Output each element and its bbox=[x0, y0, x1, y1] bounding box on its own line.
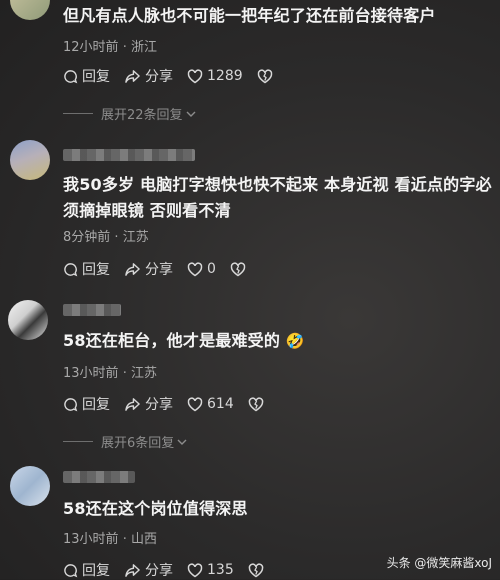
comment-text-line: 须摘掉眼镜 否则看不清 bbox=[63, 201, 231, 220]
chevron-down-icon bbox=[177, 439, 187, 445]
share-button[interactable]: 分享 bbox=[124, 66, 173, 86]
comment-text: 我50多岁 电脑打字想快也快不起来 本身近视 看近点的字必 须摘掉眼镜 否则看不… bbox=[63, 172, 492, 224]
comment-location: 江苏 bbox=[122, 230, 149, 245]
avatar[interactable] bbox=[8, 300, 48, 340]
like-button[interactable]: 0 bbox=[187, 261, 216, 277]
reply-icon bbox=[64, 397, 78, 411]
comment-meta: 13小时前 · 江苏 bbox=[63, 362, 157, 381]
meta-separator: · bbox=[114, 230, 119, 245]
broken-heart-icon bbox=[248, 562, 263, 577]
username bbox=[63, 149, 195, 161]
reply-button[interactable]: 回复 bbox=[63, 394, 110, 414]
heart-icon bbox=[187, 562, 203, 577]
reply-icon bbox=[64, 69, 78, 83]
share-label: 分享 bbox=[145, 69, 173, 85]
expand-replies-button[interactable]: 展开22条回复 bbox=[63, 104, 197, 123]
like-button[interactable]: 614 bbox=[187, 396, 234, 412]
reply-label: 回复 bbox=[82, 397, 110, 413]
reply-button[interactable]: 回复 bbox=[63, 259, 110, 279]
watermark-text: 头条 @微笑麻酱xoJ bbox=[386, 556, 492, 570]
reply-button[interactable]: 回复 bbox=[63, 66, 110, 86]
like-count: 0 bbox=[207, 261, 216, 277]
dislike-button[interactable] bbox=[248, 396, 268, 412]
share-label: 分享 bbox=[145, 397, 173, 413]
like-count: 1289 bbox=[207, 68, 243, 84]
dislike-button[interactable] bbox=[248, 562, 268, 578]
share-button[interactable]: 分享 bbox=[124, 259, 173, 279]
comment-location: 浙江 bbox=[130, 40, 157, 55]
divider bbox=[63, 113, 93, 114]
comment-text-line: 我50多岁 电脑打字想快也快不起来 本身近视 看近点的字必 bbox=[63, 175, 492, 194]
comment-meta: 8分钟前 · 江苏 bbox=[63, 226, 149, 245]
broken-heart-icon bbox=[248, 396, 263, 411]
comment-time: 13小时前 bbox=[63, 366, 119, 381]
avatar[interactable] bbox=[10, 466, 50, 506]
comment-actions: 回复 分享 614 bbox=[63, 394, 282, 414]
avatar[interactable] bbox=[10, 0, 50, 20]
reply-icon bbox=[64, 262, 78, 276]
like-count: 614 bbox=[207, 396, 234, 412]
comment-meta: 12小时前 · 浙江 bbox=[63, 36, 157, 55]
reply-label: 回复 bbox=[82, 69, 110, 85]
share-icon bbox=[125, 397, 140, 411]
dislike-button[interactable] bbox=[230, 261, 250, 277]
expand-replies-label: 展开22条回复 bbox=[101, 108, 183, 123]
reply-button[interactable]: 回复 bbox=[63, 560, 110, 580]
heart-icon bbox=[187, 261, 203, 276]
expand-replies-label: 展开6条回复 bbox=[101, 436, 175, 451]
share-label: 分享 bbox=[145, 262, 173, 278]
share-button[interactable]: 分享 bbox=[124, 560, 173, 580]
avatar[interactable] bbox=[10, 140, 50, 180]
reply-icon bbox=[64, 563, 78, 577]
heart-icon bbox=[187, 68, 203, 83]
like-button[interactable]: 1289 bbox=[187, 68, 243, 84]
like-count: 135 bbox=[207, 562, 234, 578]
reply-label: 回复 bbox=[82, 563, 110, 579]
comment-time: 8分钟前 bbox=[63, 230, 111, 245]
share-icon bbox=[125, 262, 140, 276]
username bbox=[63, 304, 121, 316]
watermark: 头条 @微笑麻酱xoJ bbox=[387, 554, 492, 571]
comment-text-content: 58还在柜台，他才是最难受的 bbox=[63, 331, 281, 350]
broken-heart-icon bbox=[230, 261, 246, 276]
share-label: 分享 bbox=[145, 563, 173, 579]
comment-meta: 13小时前 · 山西 bbox=[63, 528, 157, 547]
comment-actions: 回复 分享 1289 bbox=[63, 66, 291, 86]
comment-time: 12小时前 bbox=[63, 40, 119, 55]
comment-text: 58还在这个岗位值得深思 bbox=[63, 499, 248, 518]
expand-replies-button[interactable]: 展开6条回复 bbox=[63, 432, 188, 451]
meta-separator: · bbox=[122, 532, 127, 547]
share-icon bbox=[125, 69, 140, 83]
meta-separator: · bbox=[122, 366, 127, 381]
like-button[interactable]: 135 bbox=[187, 562, 234, 578]
comment-location: 江苏 bbox=[130, 366, 157, 381]
reply-label: 回复 bbox=[82, 262, 110, 278]
broken-heart-icon bbox=[257, 68, 272, 83]
share-button[interactable]: 分享 bbox=[124, 394, 173, 414]
comment-text: 58还在柜台，他才是最难受的 🤣 bbox=[63, 328, 305, 354]
comment-text: 但凡有点人脉也不可能一把年纪了还在前台接待客户 bbox=[63, 6, 436, 25]
dislike-button[interactable] bbox=[257, 68, 277, 84]
username bbox=[63, 471, 135, 483]
comment-actions: 回复 分享 0 bbox=[63, 259, 264, 279]
laughing-emoji: 🤣 bbox=[285, 332, 305, 350]
share-icon bbox=[125, 563, 140, 577]
chevron-down-icon bbox=[186, 111, 196, 117]
heart-icon bbox=[187, 396, 203, 411]
comment-time: 13小时前 bbox=[63, 532, 119, 547]
comment-actions: 回复 分享 135 bbox=[63, 560, 282, 580]
meta-separator: · bbox=[122, 40, 127, 55]
divider bbox=[63, 441, 93, 442]
comment-location: 山西 bbox=[130, 532, 157, 547]
